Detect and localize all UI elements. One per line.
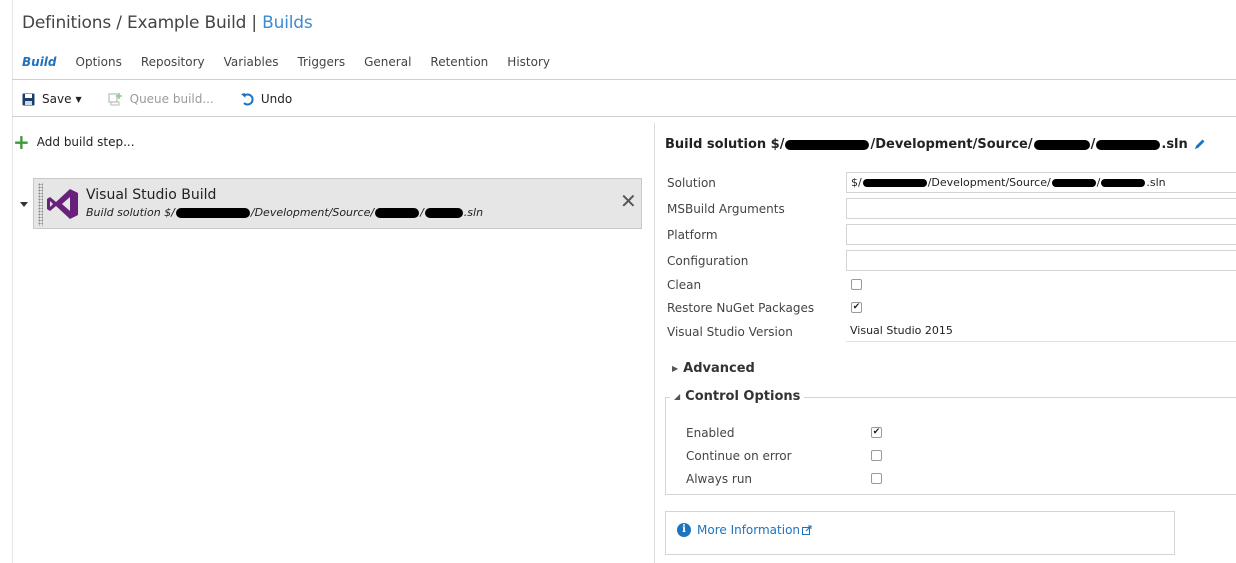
- always-run-checkbox[interactable]: [871, 473, 882, 484]
- queue-build-label: Queue build...: [129, 92, 214, 106]
- info-icon: i: [677, 523, 691, 537]
- clean-checkbox[interactable]: [851, 279, 862, 290]
- tab-triggers[interactable]: Triggers: [297, 55, 345, 69]
- restore-nuget-checkbox[interactable]: ✔: [851, 302, 862, 313]
- continue-on-error-label: Continue on error: [686, 449, 792, 463]
- control-options-toggle[interactable]: ◢ Control Options: [670, 389, 805, 404]
- step-name: Visual Studio Build: [86, 187, 217, 203]
- title-pipe: |: [251, 13, 257, 33]
- add-build-step-label: Add build step...: [36, 135, 135, 149]
- vs-version-select[interactable]: Visual Studio 2015: [846, 321, 1236, 342]
- msbuild-arguments-label: MSBuild Arguments: [667, 202, 785, 216]
- add-build-step-button[interactable]: + Add build step...: [13, 130, 135, 154]
- chevron-right-icon: ▶: [672, 364, 679, 373]
- toolbar-divider: [12, 116, 1236, 117]
- visual-studio-icon: [47, 189, 78, 219]
- enabled-checkbox[interactable]: ✔: [871, 427, 882, 438]
- builds-link[interactable]: Builds: [262, 13, 313, 33]
- control-options-label: Control Options: [685, 389, 801, 404]
- task-title: Build solution $//Development/Source// .s…: [665, 137, 1206, 152]
- collapse-icon[interactable]: [20, 202, 28, 207]
- enabled-label: Enabled: [686, 426, 735, 440]
- solution-field[interactable]: $//Development/Source// .sln: [846, 172, 1236, 193]
- undo-label: Undo: [260, 92, 293, 106]
- undo-icon: [240, 92, 254, 106]
- chevron-down-icon: ◢: [674, 392, 681, 401]
- restore-nuget-label: Restore NuGet Packages: [667, 301, 815, 315]
- platform-label: Platform: [667, 228, 718, 242]
- left-border: [12, 0, 13, 563]
- chevron-down-icon[interactable]: ▼: [75, 95, 81, 104]
- tab-variables[interactable]: Variables: [224, 55, 279, 69]
- save-label: Save: [42, 92, 72, 106]
- edit-pencil-icon[interactable]: [1193, 138, 1206, 151]
- queue-build-icon: [108, 92, 123, 106]
- configuration-field[interactable]: [846, 250, 1236, 271]
- clean-label: Clean: [667, 278, 702, 292]
- save-icon: [22, 93, 35, 106]
- build-step-item[interactable]: Visual Studio Build Build solution $//De…: [33, 178, 642, 229]
- plus-icon: +: [13, 130, 30, 154]
- definition-name: Example Build: [126, 13, 247, 33]
- tabs-divider: [12, 79, 1236, 80]
- page-title: Definitions / Example Build | Builds: [22, 13, 313, 33]
- tab-history[interactable]: History: [507, 55, 550, 69]
- toolbar: Save ▼ Queue build... Undo: [22, 92, 318, 106]
- advanced-label: Advanced: [683, 361, 755, 376]
- queue-build-button[interactable]: Queue build...: [108, 92, 214, 106]
- more-information-link[interactable]: More Information: [697, 523, 800, 537]
- platform-field[interactable]: [846, 224, 1236, 245]
- tab-general[interactable]: General: [364, 55, 411, 69]
- tab-retention[interactable]: Retention: [430, 55, 488, 69]
- save-button[interactable]: Save ▼: [22, 92, 82, 106]
- step-description: Build solution $//Development/Source// .s…: [86, 206, 484, 219]
- solution-label: Solution: [667, 176, 716, 190]
- msbuild-arguments-field[interactable]: [846, 198, 1236, 219]
- drag-handle[interactable]: [38, 183, 43, 226]
- advanced-section-toggle[interactable]: ▶ Advanced: [672, 361, 755, 376]
- continue-on-error-checkbox[interactable]: [871, 450, 882, 461]
- undo-button[interactable]: Undo: [240, 92, 292, 106]
- configuration-label: Configuration: [667, 254, 749, 268]
- breadcrumb-definitions[interactable]: Definitions: [22, 13, 111, 33]
- tab-options[interactable]: Options: [76, 55, 122, 69]
- external-link-icon[interactable]: [802, 525, 812, 535]
- definition-tabs: Build Options Repository Variables Trigg…: [22, 55, 569, 69]
- more-information-box: i More Information: [665, 511, 1175, 555]
- always-run-label: Always run: [686, 472, 753, 486]
- tab-repository[interactable]: Repository: [141, 55, 205, 69]
- close-icon[interactable]: ✕: [620, 191, 637, 211]
- pane-divider[interactable]: [654, 123, 655, 563]
- vs-version-label: Visual Studio Version: [667, 325, 793, 339]
- breadcrumb-separator: /: [116, 13, 122, 33]
- tab-build[interactable]: Build: [22, 55, 57, 69]
